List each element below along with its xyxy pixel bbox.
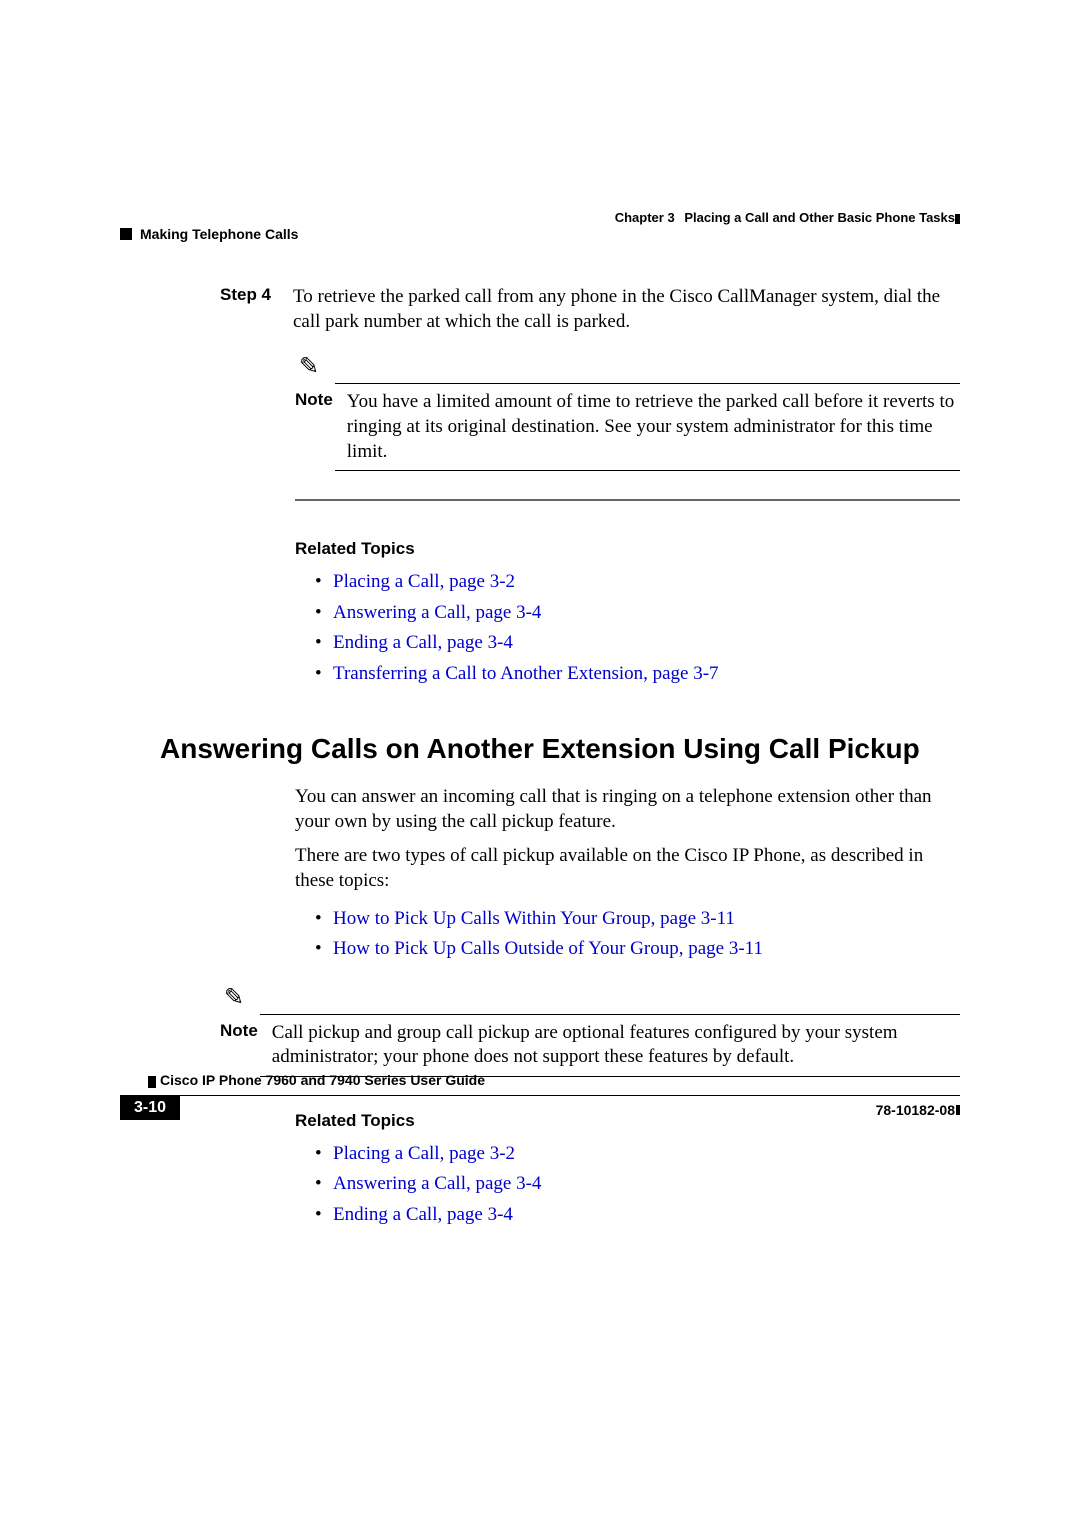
section-divider xyxy=(295,499,960,501)
paragraph-2: There are two types of call pickup avail… xyxy=(295,844,960,893)
document-page: Chapter 3 Placing a Call and Other Basic… xyxy=(0,0,1080,1528)
note-top-rule xyxy=(335,383,960,384)
page-number-tag: 3-10 xyxy=(120,1096,180,1120)
header-left-bar xyxy=(120,228,132,240)
list-item: How to Pick Up Calls Within Your Group, … xyxy=(315,904,960,934)
link-answering-call-2[interactable]: Answering a Call, page 3-4 xyxy=(333,1173,541,1194)
list-item: Ending a Call, page 3-4 xyxy=(315,1200,960,1230)
related-topics-list-1: Placing a Call, page 3-2 Answering a Cal… xyxy=(315,567,960,689)
related-topics-heading-1: Related Topics xyxy=(295,539,960,559)
running-header-right: Chapter 3 Placing a Call and Other Basic… xyxy=(615,210,955,225)
list-item: Placing a Call, page 3-2 xyxy=(315,1139,960,1169)
link-placing-call[interactable]: Placing a Call, page 3-2 xyxy=(333,571,515,592)
note-block-2: ✎ Note Call pickup and group call pickup… xyxy=(220,983,960,1077)
list-item: Ending a Call, page 3-4 xyxy=(315,628,960,658)
note-pencil-icon: ✎ xyxy=(299,352,319,381)
step-label: Step 4 xyxy=(220,285,275,334)
footer-guide-title: Cisco IP Phone 7960 and 7940 Series User… xyxy=(160,1072,485,1088)
related-topics-heading-2: Related Topics xyxy=(295,1111,960,1131)
header-right-bar xyxy=(955,214,960,224)
note-block-1: ✎ Note You have a limited amount of time… xyxy=(295,352,960,471)
chapter-number: Chapter 3 xyxy=(615,210,675,225)
paragraph-1: You can answer an incoming call that is … xyxy=(295,785,960,834)
list-item: Answering a Call, page 3-4 xyxy=(315,1169,960,1199)
doc-number: 78-10182-08 xyxy=(876,1102,955,1118)
section-heading: Answering Calls on Another Extension Usi… xyxy=(160,733,960,765)
topic-links-list: How to Pick Up Calls Within Your Group, … xyxy=(315,904,960,965)
content-area: Step 4 To retrieve the parked call from … xyxy=(220,285,960,1230)
note-text: Call pickup and group call pickup are op… xyxy=(272,1021,960,1070)
list-item: How to Pick Up Calls Outside of Your Gro… xyxy=(315,934,960,964)
note-label: Note xyxy=(295,390,333,464)
list-item: Answering a Call, page 3-4 xyxy=(315,598,960,628)
running-header-left: Making Telephone Calls xyxy=(140,226,298,242)
list-item: Transferring a Call to Another Extension… xyxy=(315,659,960,689)
related-topics-list-2: Placing a Call, page 3-2 Answering a Cal… xyxy=(315,1139,960,1230)
step-text: To retrieve the parked call from any pho… xyxy=(293,285,960,334)
link-pickup-outside-group[interactable]: How to Pick Up Calls Outside of Your Gro… xyxy=(333,938,763,959)
link-ending-call[interactable]: Ending a Call, page 3-4 xyxy=(333,632,513,653)
link-transferring-call[interactable]: Transferring a Call to Another Extension… xyxy=(333,663,719,684)
note-text: You have a limited amount of time to ret… xyxy=(347,390,960,464)
list-item: Placing a Call, page 3-2 xyxy=(315,567,960,597)
link-pickup-within-group[interactable]: How to Pick Up Calls Within Your Group, … xyxy=(333,908,735,929)
link-placing-call-2[interactable]: Placing a Call, page 3-2 xyxy=(333,1143,515,1164)
note-label: Note xyxy=(220,1021,258,1070)
note-pencil-icon: ✎ xyxy=(224,983,244,1012)
note-row: Note You have a limited amount of time t… xyxy=(295,390,960,464)
note-bottom-rule xyxy=(335,470,960,471)
step-block: Step 4 To retrieve the parked call from … xyxy=(220,285,960,334)
chapter-title: Placing a Call and Other Basic Phone Tas… xyxy=(684,210,955,225)
link-answering-call[interactable]: Answering a Call, page 3-4 xyxy=(333,602,541,623)
footer-rule xyxy=(120,1095,960,1096)
note-top-rule xyxy=(260,1014,960,1015)
footer-doc-bar xyxy=(956,1105,960,1115)
link-ending-call-2[interactable]: Ending a Call, page 3-4 xyxy=(333,1204,513,1225)
footer-guide-bar xyxy=(148,1076,156,1088)
note-row: Note Call pickup and group call pickup a… xyxy=(220,1021,960,1070)
